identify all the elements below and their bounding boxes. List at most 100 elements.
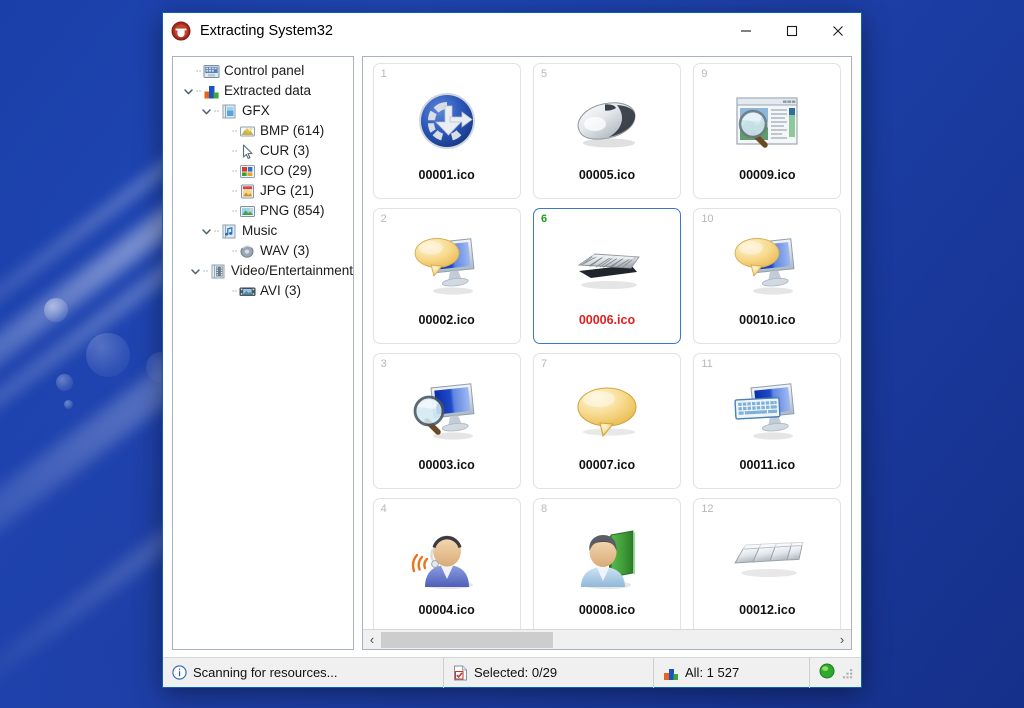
tree-item-label: JPG (21) xyxy=(260,183,315,198)
tile-filename: 00006.ico xyxy=(578,313,636,327)
tree-connector xyxy=(214,221,221,241)
tile-artwork xyxy=(405,86,489,160)
tree-item-label: PNG (854) xyxy=(260,203,325,218)
tree-item-label: CUR (3) xyxy=(260,143,310,158)
tree-connector xyxy=(232,181,239,201)
tree-item-label: BMP (614) xyxy=(260,123,325,138)
icon-tile[interactable]: 6 00006.ico xyxy=(532,208,681,344)
status-bar: Scanning for resources... Selected: 0/29 xyxy=(163,657,861,688)
tree-connector xyxy=(232,141,239,161)
avi-file-icon xyxy=(239,287,256,296)
icon-tile[interactable]: 3 00003.ico xyxy=(372,353,521,489)
tile-number: 4 xyxy=(380,503,387,515)
icon-tile[interactable]: 4 00004.ico xyxy=(372,498,521,629)
blocks-icon xyxy=(204,85,219,98)
icon-tile[interactable]: 8 00008.ico xyxy=(532,498,681,629)
scrollbar-track[interactable] xyxy=(381,631,833,649)
tile-artwork xyxy=(565,376,649,450)
tree-item-label: Music xyxy=(242,223,278,238)
tree-item-cur-3[interactable]: CUR (3) xyxy=(173,141,353,161)
forbidden-circle-icon xyxy=(171,21,191,40)
icon-tile[interactable]: 7 00007.ico xyxy=(532,353,681,489)
maximize-button[interactable] xyxy=(769,13,815,48)
tile-artwork xyxy=(565,521,649,595)
resize-grip-icon[interactable] xyxy=(841,666,855,680)
tree-item-png-854[interactable]: PNG (854) xyxy=(173,201,353,221)
window-title: Extracting System32 xyxy=(200,22,333,39)
video-folder-icon xyxy=(211,264,225,278)
scroll-left-button[interactable]: ‹ xyxy=(363,631,381,649)
icon-tile[interactable]: 9 00009.ico xyxy=(693,63,842,199)
icon-tile[interactable]: 12 00012.ico xyxy=(693,498,842,629)
control-panel-icon xyxy=(203,64,220,78)
scroll-right-button[interactable]: › xyxy=(833,631,851,649)
tree-expander-placeholder xyxy=(217,241,232,261)
icon-tile[interactable]: 1 00001.ico xyxy=(372,63,521,199)
tile-artwork xyxy=(405,376,489,450)
icon-tile[interactable]: 10 00010.ico xyxy=(693,208,842,344)
all-count-cell: All: 1 527 xyxy=(653,657,809,688)
chevron-down-icon[interactable] xyxy=(181,81,196,101)
icon-tile[interactable]: 2 00002.ico xyxy=(372,208,521,344)
mouse-icon xyxy=(577,102,636,148)
wallpaper-bokeh xyxy=(86,333,130,377)
window-controls xyxy=(723,13,861,48)
chevron-down-icon[interactable] xyxy=(199,101,214,121)
scrollbar-thumb[interactable] xyxy=(381,631,553,648)
tile-number: 7 xyxy=(540,358,548,370)
ico-file-icon xyxy=(240,164,255,178)
icon-tile[interactable]: 5 00005.ico xyxy=(532,63,681,199)
png-file-icon xyxy=(240,205,255,217)
tile-number: 11 xyxy=(701,358,713,370)
title-bar[interactable]: Extracting System32 xyxy=(163,13,861,48)
tree-item-label: Extracted data xyxy=(224,83,312,98)
application-window: Extracting System32 Control panel Extract… xyxy=(162,12,862,688)
wallpaper-bokeh xyxy=(56,374,73,391)
blocks-icon xyxy=(663,665,679,681)
wallpaper-bokeh xyxy=(44,298,68,322)
tree-expander-placeholder xyxy=(217,141,232,161)
tree-item-ico-29[interactable]: ICO (29) xyxy=(173,161,353,181)
selected-count-cell: Selected: 0/29 xyxy=(443,657,653,688)
icon-tile[interactable]: 11 00011.ico xyxy=(693,353,842,489)
tree-connector xyxy=(232,241,239,261)
tree-item-jpg-21[interactable]: JPG (21) xyxy=(173,181,353,201)
tile-filename: 00003.ico xyxy=(418,458,475,472)
user-headset-icon xyxy=(411,535,473,589)
chevron-down-icon[interactable] xyxy=(188,261,203,281)
monitor-keyboard-icon xyxy=(734,383,795,440)
bmp-file-icon xyxy=(240,126,255,136)
tree-connector xyxy=(232,161,239,181)
horizontal-scrollbar[interactable]: ‹ › xyxy=(363,629,851,649)
chevron-down-icon[interactable] xyxy=(199,221,214,241)
tree-item-extracted-data[interactable]: Extracted data xyxy=(173,81,353,101)
tree-item-video-entertainment[interactable]: Video/Entertainment xyxy=(173,261,353,281)
tree-item-label: AVI (3) xyxy=(260,283,302,298)
tree-item-music[interactable]: Music xyxy=(173,221,353,241)
keyboard-icon xyxy=(577,253,640,289)
keycaps-icon xyxy=(734,541,804,577)
close-button[interactable] xyxy=(815,13,861,48)
tree-expander-placeholder xyxy=(217,281,232,301)
tree-connector xyxy=(203,261,210,281)
tile-filename: 00009.ico xyxy=(739,168,796,182)
window-body: Control panel Extracted data GFX BMP (614) C… xyxy=(163,48,861,650)
tile-filename: 00001.ico xyxy=(418,168,475,182)
tree-connector xyxy=(196,81,203,101)
tree-item-avi-3[interactable]: AVI (3) xyxy=(173,281,353,301)
tile-artwork xyxy=(725,231,809,305)
tile-artwork xyxy=(565,231,649,305)
resource-tree[interactable]: Control panel Extracted data GFX BMP (614) C… xyxy=(172,56,354,650)
tree-expander-placeholder xyxy=(217,161,232,181)
tree-item-gfx[interactable]: GFX xyxy=(173,101,353,121)
monitor-bubble-icon xyxy=(734,238,795,295)
minimize-button[interactable] xyxy=(723,13,769,48)
tree-item-control-panel[interactable]: Control panel xyxy=(173,61,353,81)
tree-item-label: Video/Entertainment xyxy=(230,263,353,278)
tree-item-bmp-614[interactable]: BMP (614) xyxy=(173,121,353,141)
wav-file-icon xyxy=(240,244,254,258)
wallpaper-bokeh xyxy=(64,400,73,409)
tree-item-wav-3[interactable]: WAV (3) xyxy=(173,241,353,261)
blue-disc-arrow-icon xyxy=(418,93,475,149)
icon-grid[interactable]: 1 00001.ico 5 00005.ico 9 00009.ico 2 00002.ico… xyxy=(363,57,851,629)
